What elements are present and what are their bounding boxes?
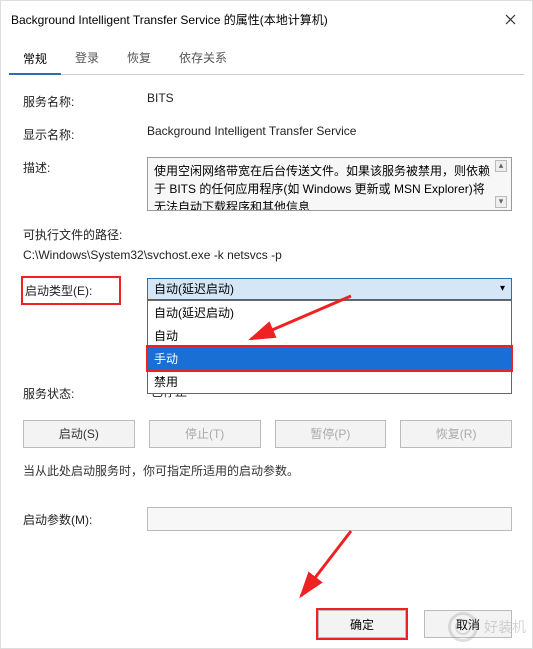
label-startup-type: 启动类型(E):	[23, 278, 119, 303]
label-exec-path: 可执行文件的路径:	[23, 225, 512, 245]
value-display-name: Background Intelligent Transfer Service	[147, 124, 512, 138]
dropdown-list: 自动(延迟启动) 自动 手动 禁用	[147, 300, 512, 394]
window-title: Background Intelligent Transfer Service …	[11, 11, 328, 28]
chevron-down-icon: ▾	[500, 283, 505, 294]
dropdown-option-auto-delayed[interactable]: 自动(延迟启动)	[148, 301, 511, 324]
value-exec-path: C:\Windows\System32\svchost.exe -k netsv…	[23, 245, 512, 265]
close-icon[interactable]	[498, 7, 522, 31]
label-service-status: 服务状态:	[23, 383, 147, 402]
scroll-down-icon[interactable]: ▾	[495, 196, 507, 208]
value-service-name: BITS	[147, 91, 512, 105]
watermark: 好装机	[448, 612, 526, 642]
tab-recovery[interactable]: 恢复	[113, 43, 165, 74]
dropdown-selected-text: 自动(延迟启动)	[154, 280, 234, 297]
description-scrollbar[interactable]: ▴ ▾	[495, 160, 509, 208]
dropdown-option-manual[interactable]: 手动	[148, 347, 511, 370]
dropdown-option-auto[interactable]: 自动	[148, 324, 511, 347]
scroll-up-icon[interactable]: ▴	[495, 160, 507, 172]
pause-button[interactable]: 暂停(P)	[275, 420, 387, 448]
label-start-param: 启动参数(M):	[23, 509, 147, 528]
ok-button[interactable]: 确定	[318, 610, 406, 638]
tab-dependencies[interactable]: 依存关系	[165, 43, 241, 74]
label-service-name: 服务名称:	[23, 91, 147, 110]
tab-general[interactable]: 常规	[9, 44, 61, 75]
startup-type-dropdown[interactable]: 自动(延迟启动) ▾	[147, 278, 512, 300]
dropdown-option-disabled[interactable]: 禁用	[148, 370, 511, 393]
description-text: 使用空闲网络带宽在后台传送文件。如果该服务被禁用，则依赖于 BITS 的任何应用…	[154, 164, 490, 211]
stop-button[interactable]: 停止(T)	[149, 420, 261, 448]
start-param-input[interactable]	[147, 507, 512, 531]
label-description: 描述:	[23, 157, 147, 176]
startup-note: 当从此处启动服务时，你可指定所适用的启动参数。	[23, 462, 512, 479]
tab-bar: 常规 登录 恢复 依存关系	[9, 43, 524, 75]
label-display-name: 显示名称:	[23, 124, 147, 143]
resume-button[interactable]: 恢复(R)	[400, 420, 512, 448]
tab-logon[interactable]: 登录	[61, 43, 113, 74]
start-button[interactable]: 启动(S)	[23, 420, 135, 448]
description-textarea[interactable]: 使用空闲网络带宽在后台传送文件。如果该服务被禁用，则依赖于 BITS 的任何应用…	[147, 157, 512, 211]
